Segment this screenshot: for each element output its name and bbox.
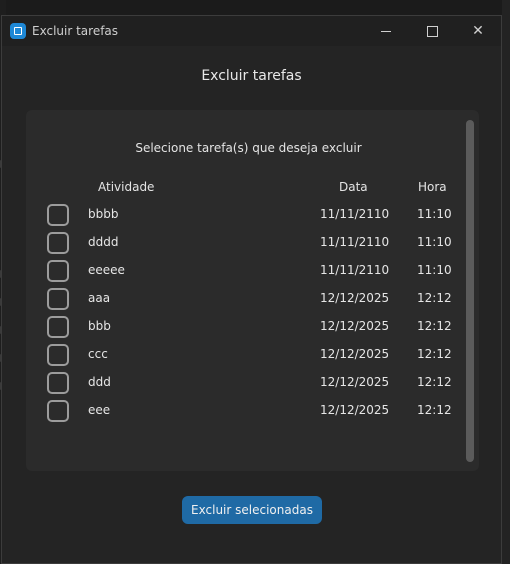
task-atividade: bbbb — [88, 207, 119, 221]
minimize-button[interactable] — [363, 16, 409, 46]
dialog-heading: Excluir tarefas — [201, 68, 302, 84]
task-checkbox[interactable] — [47, 316, 69, 338]
task-row: bbb 12/12/2025 12:12 — [26, 316, 456, 340]
task-hora: 11:10 — [417, 207, 452, 221]
task-atividade: aaa — [88, 291, 111, 305]
task-data: 12/12/2025 — [320, 347, 390, 361]
task-hora: 12:12 — [417, 375, 452, 389]
task-atividade: bbb — [88, 319, 111, 333]
title-bar[interactable]: Excluir tarefas ✕ — [2, 16, 501, 46]
task-row: ccc 12/12/2025 12:12 — [26, 344, 456, 368]
background-app-right-edge — [502, 0, 510, 564]
maximize-button[interactable] — [409, 16, 455, 46]
excluir-tarefas-window: Excluir tarefas ✕ Excluir tarefas Seleci… — [1, 15, 502, 564]
task-atividade: eee — [88, 403, 111, 417]
task-atividade: dddd — [88, 235, 119, 249]
task-data: 12/12/2025 — [320, 403, 390, 417]
minimize-icon — [381, 30, 391, 32]
task-checkbox[interactable] — [47, 400, 69, 422]
window-title: Excluir tarefas — [32, 24, 119, 38]
task-hora: 12:12 — [417, 403, 452, 417]
task-atividade: ccc — [88, 347, 108, 361]
column-header-data: Data — [339, 180, 368, 194]
task-data: 12/12/2025 — [320, 319, 390, 333]
screen: Excluir tarefas ✕ Excluir tarefas Seleci… — [0, 0, 510, 564]
task-checkbox[interactable] — [47, 288, 69, 310]
task-checkbox[interactable] — [47, 204, 69, 226]
task-hora: 12:12 — [417, 347, 452, 361]
task-checkbox[interactable] — [47, 260, 69, 282]
task-row: eeeee 11/11/2110 11:10 — [26, 260, 456, 284]
close-icon: ✕ — [472, 23, 484, 39]
task-atividade: eeeee — [88, 263, 125, 277]
task-checkbox[interactable] — [47, 344, 69, 366]
task-list-panel: Selecione tarefa(s) que deseja excluir A… — [26, 110, 479, 471]
task-data: 11/11/2110 — [320, 263, 390, 277]
task-row: eee 12/12/2025 12:12 — [26, 400, 456, 424]
task-atividade: ddd — [88, 375, 111, 389]
column-header-hora: Hora — [418, 180, 447, 194]
task-row: bbbb 11/11/2110 11:10 — [26, 204, 456, 228]
task-hora: 11:10 — [417, 263, 452, 277]
column-header-atividade: Atividade — [98, 180, 155, 194]
instruction-text: Selecione tarefa(s) que deseja excluir — [135, 141, 362, 155]
app-icon — [10, 23, 26, 39]
task-data: 11/11/2110 — [320, 235, 390, 249]
task-checkbox[interactable] — [47, 372, 69, 394]
task-row: dddd 11/11/2110 11:10 — [26, 232, 456, 256]
task-checkbox[interactable] — [47, 232, 69, 254]
task-hora: 12:12 — [417, 319, 452, 333]
excluir-selecionadas-button[interactable]: Excluir selecionadas — [182, 496, 322, 524]
task-data: 11/11/2110 — [320, 207, 390, 221]
task-data: 12/12/2025 — [320, 291, 390, 305]
task-data: 12/12/2025 — [320, 375, 390, 389]
task-hora: 11:10 — [417, 235, 452, 249]
close-button[interactable]: ✕ — [455, 16, 501, 46]
task-row: ddd 12/12/2025 12:12 — [26, 372, 456, 396]
maximize-icon — [426, 25, 438, 37]
task-row: aaa 12/12/2025 12:12 — [26, 288, 456, 312]
task-hora: 12:12 — [417, 291, 452, 305]
panel-scrollbar[interactable] — [466, 120, 474, 462]
